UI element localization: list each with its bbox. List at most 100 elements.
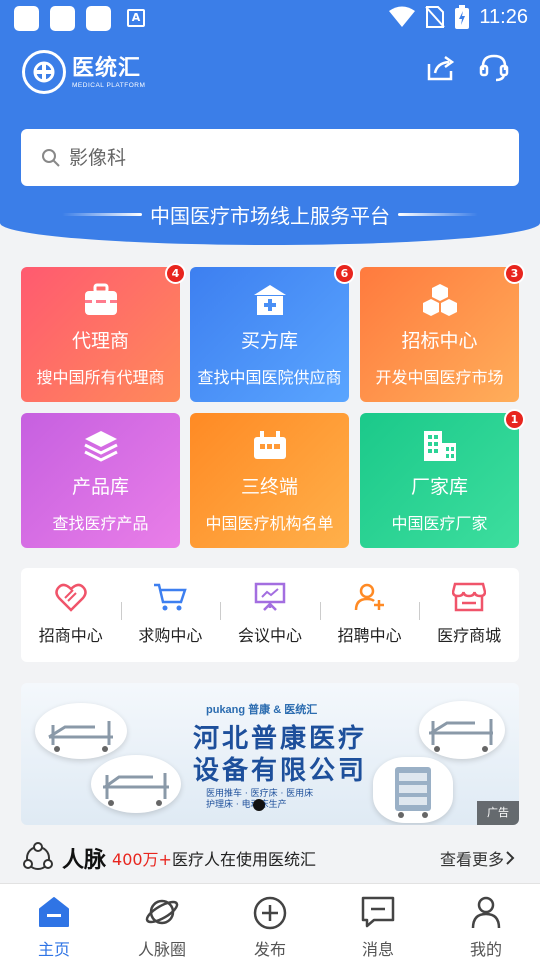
tile-title: 产品库 (71, 476, 129, 498)
wifi-icon (389, 6, 416, 27)
tab-label: 我的 (469, 940, 502, 959)
factory-icon (423, 431, 456, 461)
banner-company-line: 设备有限公司 (193, 756, 368, 786)
tile-subtitle: 中国医疗厂家 (391, 514, 488, 533)
quick-item-medical-store[interactable]: 医疗商城 (419, 568, 519, 662)
customer-service-icon[interactable] (478, 52, 510, 84)
quick-item-purchase[interactable]: 求购中心 (120, 568, 221, 662)
view-more-link[interactable]: 查看更多 (440, 846, 516, 870)
quick-item-label: 医疗商城 (437, 626, 502, 645)
banner-company-line: 河北普康医疗 (193, 724, 368, 754)
terminal-icon (253, 431, 286, 459)
count-badge: 4 (165, 263, 186, 284)
store-icon (452, 582, 487, 612)
hospital-bed-image (91, 755, 181, 813)
home-icon (39, 897, 69, 927)
quick-item-label: 求购中心 (138, 626, 203, 645)
app-notification-icon: A (127, 9, 145, 27)
banner-company: 河北普康医疗 设备有限公司 (193, 723, 367, 787)
tile-subtitle: 查找医疗产品 (52, 514, 149, 533)
handshake-icon (55, 583, 87, 612)
tab-label: 发布 (253, 940, 286, 959)
tile-buyers[interactable]: 买方库 查找中国医院供应商 6 (190, 263, 355, 402)
tile-title: 代理商 (71, 330, 129, 352)
quick-item-conference[interactable]: 会议中心 (220, 568, 320, 662)
tile-bidding-center[interactable]: 招标中心 开发中国医疗市场 3 (360, 263, 525, 402)
slogan-divider (62, 213, 142, 216)
user-icon (471, 896, 501, 929)
add-user-icon (354, 583, 384, 611)
view-more-label: 查看更多 (439, 850, 504, 869)
quick-menu: 招商中心 求购中心 会议中心 招聘中心 医疗商城 (21, 568, 519, 662)
logo-subtitle: MEDICAL PLATFORM (72, 81, 146, 89)
presentation-icon (254, 582, 286, 611)
network-icon (23, 842, 53, 870)
layers-icon (83, 431, 118, 462)
tab-profile[interactable]: 我的 (432, 884, 540, 960)
tab-label: 主页 (37, 940, 70, 959)
tile-products[interactable]: 产品库 查找医疗产品 (21, 413, 180, 548)
tile-subtitle: 搜中国所有代理商 (36, 368, 165, 387)
hospital-icon (253, 285, 286, 315)
network-count: 400万+ (112, 850, 172, 869)
network-title: 人脉 (62, 848, 107, 873)
tab-label: 人脉圈 (137, 940, 186, 959)
search-icon (42, 148, 60, 167)
hospital-bed-image (35, 703, 127, 759)
tile-manufacturers[interactable]: 厂家库 中国医疗厂家 1 (360, 409, 525, 548)
plus-circle-icon (253, 896, 287, 930)
tile-title: 买方库 (240, 330, 298, 352)
medical-cart-image (373, 757, 453, 823)
tile-title: 招标中心 (401, 330, 478, 352)
cart-icon (154, 583, 188, 611)
notification-icon (14, 6, 39, 31)
quick-item-recruitment[interactable]: 招聘中心 (319, 568, 420, 662)
banner-brand: pukang 普康 & 医统汇 (206, 704, 318, 716)
network-description: 医疗人在使用医统汇 (171, 850, 316, 869)
tile-subtitle: 查找中国医院供应商 (197, 368, 342, 387)
no-sim-icon (425, 6, 446, 28)
count-badge: 6 (334, 263, 355, 284)
tab-publish[interactable]: 发布 (216, 884, 324, 960)
network-section: 人脉 400万+ 医疗人在使用医统汇 查看更多 (22, 838, 520, 878)
tab-home[interactable]: 主页 (0, 884, 108, 960)
quick-item-label: 招商中心 (38, 626, 103, 645)
hospital-bed-image (419, 701, 505, 759)
tile-subtitle: 中国医疗机构名单 (205, 514, 334, 533)
message-icon (361, 896, 395, 928)
chevron-right-icon (506, 851, 515, 865)
bottom-nav: 主页 人脉圈 发布 消息 我的 (0, 883, 540, 960)
tile-agents[interactable]: 代理商 搜中国所有代理商 4 (21, 263, 186, 402)
cubes-icon (422, 284, 457, 316)
slogan: 中国医疗市场线上服务平台 (0, 200, 540, 229)
tile-title: 厂家库 (410, 476, 468, 498)
quick-item-investment[interactable]: 招商中心 (21, 568, 121, 662)
ad-label: 广告 (477, 801, 519, 825)
clock: 11:26 (479, 5, 528, 28)
tab-messages[interactable]: 消息 (324, 884, 432, 960)
carousel-indicator[interactable] (253, 799, 265, 811)
search-bar[interactable] (21, 129, 519, 186)
share-icon[interactable] (425, 52, 457, 84)
tile-title: 三终端 (240, 476, 298, 498)
notification-icon (86, 6, 111, 31)
battery-icon (455, 5, 470, 29)
tab-network-circle[interactable]: 人脉圈 (108, 884, 216, 960)
tile-three-terminals[interactable]: 三终端 中国医疗机构名单 (190, 413, 349, 548)
status-bar: A 11:26 (0, 0, 540, 36)
tab-label: 消息 (361, 940, 394, 959)
count-badge: 1 (504, 409, 525, 430)
slogan-text: 中国医疗市场线上服务平台 (150, 204, 390, 228)
toolbox-icon (84, 283, 117, 315)
quick-item-label: 招聘中心 (337, 626, 402, 645)
count-badge: 3 (504, 263, 525, 284)
notification-icon (50, 6, 75, 31)
logo-title: 医统汇 (72, 55, 142, 81)
search-input[interactable] (69, 146, 469, 169)
logo-emblem-icon (22, 50, 66, 94)
ad-banner[interactable]: pukang 普康 & 医统汇 河北普康医疗 设备有限公司 医用推车 · 医疗床… (21, 683, 519, 825)
app-logo: 医统汇 MEDICAL PLATFORM (22, 50, 145, 94)
planet-icon (145, 899, 179, 925)
quick-item-label: 会议中心 (237, 626, 302, 645)
tile-subtitle: 开发中国医疗市场 (375, 368, 504, 387)
